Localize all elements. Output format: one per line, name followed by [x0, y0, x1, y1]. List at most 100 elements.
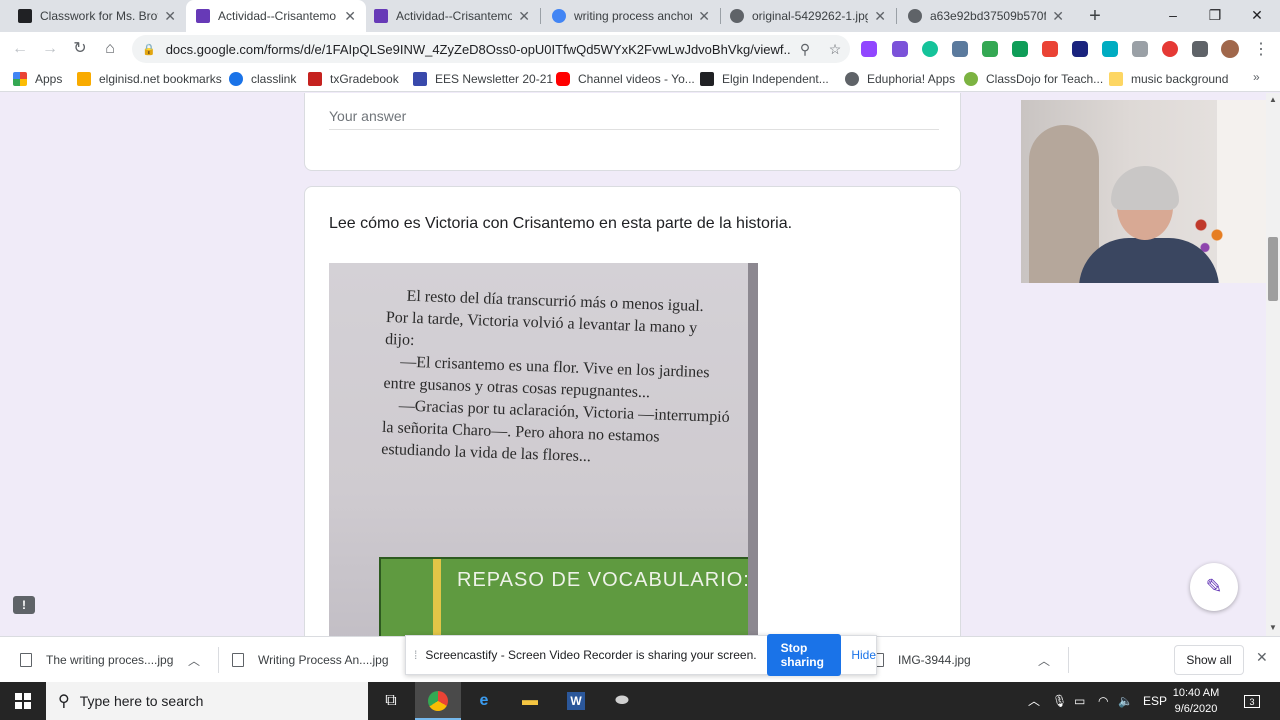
- tab-writing-process[interactable]: writing process anchor ✕: [542, 0, 720, 32]
- close-shelf-icon[interactable]: ✕: [1256, 649, 1268, 666]
- edge-icon[interactable]: e: [461, 682, 507, 720]
- hide-button[interactable]: Hide: [851, 648, 876, 662]
- tab-title: writing process anchor: [574, 9, 693, 23]
- bookmark-elginisd[interactable]: elginisd.net bookmarks: [77, 70, 222, 88]
- scroll-down-arrow-icon[interactable]: ▼: [1268, 623, 1278, 632]
- extension-icon[interactable]: [1162, 41, 1178, 57]
- app-taskbar-icon[interactable]: ⬬: [599, 682, 645, 720]
- bookmark-star-icon[interactable]: ☆: [820, 41, 850, 58]
- classdojo-icon: [964, 72, 978, 86]
- network-adapter-icon[interactable]: ▭: [1074, 682, 1085, 720]
- taskbar-search-box[interactable]: ⚲ Type here to search: [46, 682, 368, 720]
- stop-sharing-button[interactable]: Stop sharing: [766, 634, 842, 676]
- chrome-icon: [428, 690, 448, 711]
- tab-title: Classwork for Ms. Brotz: [40, 9, 159, 23]
- bookmark-txgradebook[interactable]: txGradebook: [308, 70, 399, 88]
- tab-actividad-active[interactable]: Actividad--Crisantemo ✕: [186, 0, 366, 32]
- download-item[interactable]: Writing Process An....jpg: [232, 650, 402, 670]
- tab-separator: [896, 8, 897, 24]
- bookmark-classlink[interactable]: classlink: [229, 70, 296, 88]
- screencastify-icon[interactable]: [1042, 41, 1058, 57]
- book-text: El resto del día transcurrió más o menos…: [381, 285, 747, 473]
- scroll-thumb[interactable]: [1268, 237, 1278, 301]
- answer-underline: [329, 129, 939, 130]
- page-scrollbar[interactable]: ▲ ▼: [1266, 93, 1280, 636]
- close-tab-icon[interactable]: ✕: [164, 8, 176, 25]
- close-tab-icon[interactable]: ✕: [698, 8, 710, 25]
- webcam-overlay[interactable]: [1021, 100, 1266, 283]
- extension-icon[interactable]: [1132, 41, 1148, 57]
- heart-extension-icon[interactable]: [982, 41, 998, 57]
- forward-button[interactable]: →: [38, 37, 62, 61]
- question-card: Lee cómo es Victoria con Crisantemo en e…: [304, 186, 961, 636]
- close-tab-icon[interactable]: ✕: [1052, 8, 1064, 25]
- reload-button[interactable]: ↻: [68, 37, 92, 61]
- download-separator: [218, 647, 219, 673]
- new-tab-button[interactable]: +: [1083, 4, 1107, 28]
- bookmark-ees-newsletter[interactable]: EES Newsletter 20-21: [413, 70, 553, 88]
- twitch-extension-icon[interactable]: [861, 41, 877, 57]
- notification-center-icon[interactable]: 3: [1240, 682, 1264, 720]
- volume-icon[interactable]: 🔈: [1118, 682, 1133, 720]
- drag-handle-icon[interactable]: ⁞: [414, 648, 417, 662]
- tab-original-jpg[interactable]: original-5429262-1.jpg ✕: [720, 0, 896, 32]
- close-tab-icon[interactable]: ✕: [874, 8, 886, 25]
- bookmarks-overflow-button[interactable]: »: [1253, 70, 1260, 84]
- windows-taskbar: ⚲ Type here to search ⧉ e ▬ W ⬬ ︿ 🎙 ▭ ◠ …: [0, 682, 1280, 720]
- microphone-icon[interactable]: 🎙: [1052, 682, 1067, 720]
- bookmark-label: classlink: [251, 72, 297, 86]
- task-view-icon[interactable]: ⧉: [368, 682, 414, 720]
- start-button[interactable]: [0, 682, 46, 720]
- zoom-icon[interactable]: ⚲: [790, 41, 820, 58]
- address-bar[interactable]: 🔒 docs.google.com/forms/d/e/1FAIpQLSe9IN…: [132, 35, 850, 63]
- back-button[interactable]: ←: [8, 37, 32, 61]
- tab-a63e92[interactable]: a63e92bd37509b570fd ✕: [898, 0, 1074, 32]
- bookmark-music-background[interactable]: music background: [1109, 70, 1228, 88]
- tab-actividad[interactable]: Actividad--Crisantemo ✕: [364, 0, 540, 32]
- file-explorer-icon[interactable]: ▬: [507, 682, 553, 720]
- menu-icon[interactable]: ⋮: [1253, 39, 1269, 59]
- home-button[interactable]: ⌂: [98, 37, 122, 61]
- maximize-button[interactable]: ❐: [1192, 0, 1238, 32]
- system-clock[interactable]: 10:40 AM 9/6/2020: [1166, 685, 1226, 717]
- close-window-button[interactable]: ✕: [1234, 0, 1280, 32]
- close-tab-icon[interactable]: ✕: [344, 8, 356, 25]
- word-taskbar-icon[interactable]: W: [553, 682, 599, 720]
- cloud-icon: [229, 72, 243, 86]
- vocab-box: REPASO DE VOCABULARIO:: [379, 557, 758, 636]
- google-forms-icon: [196, 9, 210, 23]
- extension-icon[interactable]: [1012, 41, 1028, 57]
- cursor-extension-icon[interactable]: [1072, 41, 1088, 57]
- bookmark-classdojo[interactable]: ClassDojo for Teach...: [964, 70, 1103, 88]
- bookmark-eduphoria[interactable]: Eduphoria! Apps: [845, 70, 955, 88]
- extension-icon[interactable]: [952, 41, 968, 57]
- chrome-taskbar-icon[interactable]: [415, 682, 461, 720]
- show-all-button[interactable]: Show all: [1174, 645, 1244, 675]
- bookmark-label: Eduphoria! Apps: [867, 72, 956, 86]
- extensions-puzzle-icon[interactable]: [1192, 41, 1208, 57]
- bookmark-elgin-independent[interactable]: Elgin Independent...: [700, 70, 829, 88]
- grammarly-icon[interactable]: [922, 41, 938, 57]
- your-answer-input[interactable]: Your answer: [329, 108, 406, 124]
- extension-icon[interactable]: [892, 41, 908, 57]
- close-tab-icon[interactable]: ✕: [518, 8, 530, 25]
- chevron-up-icon[interactable]: ︿: [1038, 652, 1050, 669]
- tab-classwork[interactable]: Classwork for Ms. Brotz ✕: [8, 0, 186, 32]
- bookmark-label: music background: [1131, 72, 1229, 86]
- tray-chevron-up-icon[interactable]: ︿: [1028, 682, 1040, 720]
- download-item[interactable]: IMG-3944.jpg ︿: [872, 650, 1062, 670]
- download-filename: Writing Process An....jpg: [258, 653, 389, 667]
- edit-pencil-button[interactable]: ✎: [1190, 563, 1238, 611]
- download-item[interactable]: The writing proces....jpg ︿: [20, 650, 210, 670]
- report-feedback-icon[interactable]: !: [13, 596, 35, 614]
- chevron-up-icon[interactable]: ︿: [188, 652, 200, 669]
- wifi-icon[interactable]: ◠: [1098, 682, 1108, 720]
- input-language[interactable]: ESP: [1143, 682, 1167, 720]
- minimize-button[interactable]: –: [1150, 0, 1196, 32]
- profile-avatar[interactable]: [1221, 40, 1239, 58]
- extension-icon[interactable]: [1102, 41, 1118, 57]
- bookmark-apps[interactable]: Apps: [13, 70, 62, 88]
- google-forms-icon: [374, 9, 388, 23]
- bookmark-channel-videos[interactable]: Channel videos - Yo...: [556, 70, 695, 88]
- scroll-up-arrow-icon[interactable]: ▲: [1268, 95, 1278, 104]
